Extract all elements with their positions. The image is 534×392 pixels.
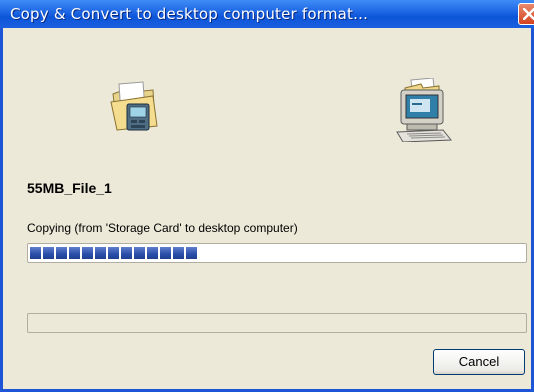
- progress-segment: [186, 247, 197, 259]
- window-title: Copy & Convert to desktop computer forma…: [10, 5, 369, 23]
- progress-segment: [108, 247, 119, 259]
- desktop-computer-icon: [393, 77, 455, 147]
- progress-segment: [82, 247, 93, 259]
- file-progress-bar: [27, 243, 527, 263]
- cancel-button[interactable]: Cancel: [433, 349, 525, 375]
- progress-segment: [69, 247, 80, 259]
- progress-segment: [134, 247, 145, 259]
- progress-segment: [147, 247, 158, 259]
- progress-segment: [160, 247, 171, 259]
- close-button[interactable]: [518, 3, 534, 25]
- progress-segment: [43, 247, 54, 259]
- progress-segment: [30, 247, 41, 259]
- copy-convert-dialog: Copy & Convert to desktop computer forma…: [0, 0, 534, 392]
- progress-segment: [56, 247, 67, 259]
- folder-device-icon: [107, 80, 167, 139]
- title-bar[interactable]: Copy & Convert to desktop computer forma…: [0, 0, 534, 28]
- copy-status-text: Copying (from 'Storage Card' to desktop …: [27, 221, 298, 235]
- progress-segment: [173, 247, 184, 259]
- overall-progress-bar: [27, 313, 527, 333]
- file-name-label: 55MB_File_1: [27, 180, 112, 196]
- progress-segment: [121, 247, 132, 259]
- progress-segment: [95, 247, 106, 259]
- progress-fill: [30, 247, 199, 259]
- close-icon: [523, 8, 534, 20]
